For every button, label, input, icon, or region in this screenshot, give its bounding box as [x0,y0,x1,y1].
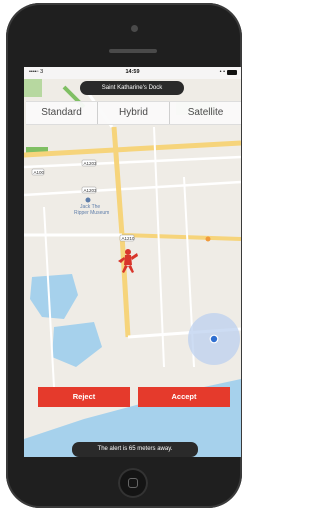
home-square-icon [128,478,138,488]
tab-satellite[interactable]: Satellite [170,102,241,124]
tab-hybrid[interactable]: Hybrid [98,102,170,124]
status-indicators: • • [219,69,225,75]
alert-actions: Reject Accept [38,387,230,409]
home-button-icon[interactable] [118,468,148,498]
museum-poi-icon [85,197,91,203]
road-label: A1210 [122,236,136,241]
reject-button[interactable]: Reject [38,387,130,407]
app-screen: A1203 A100 A1210 A1203 Jack The Ripper M… [24,67,241,457]
road-label: A1203 [84,188,98,193]
earpiece-speaker [109,49,157,53]
accept-button[interactable]: Accept [138,387,230,407]
status-time: 14:59 [125,69,140,75]
battery-icon [227,70,237,75]
status-bar: ••••◦ 3 14:59 • • [24,67,241,79]
poi-label: Ripper Museum [74,210,109,216]
map-type-segmented-control: Standard Hybrid Satellite [26,101,241,125]
road-label: A1203 [84,161,98,166]
location-dot-icon [209,334,219,344]
park-area [24,79,42,97]
alert-distance-pill: The alert is 65 meters away. [72,442,198,457]
poi-icon [205,236,211,242]
tab-standard[interactable]: Standard [26,102,98,124]
road-label: A100 [34,170,45,175]
front-camera [131,25,138,32]
location-title-pill: Saint Katharine's Dock [80,81,184,95]
